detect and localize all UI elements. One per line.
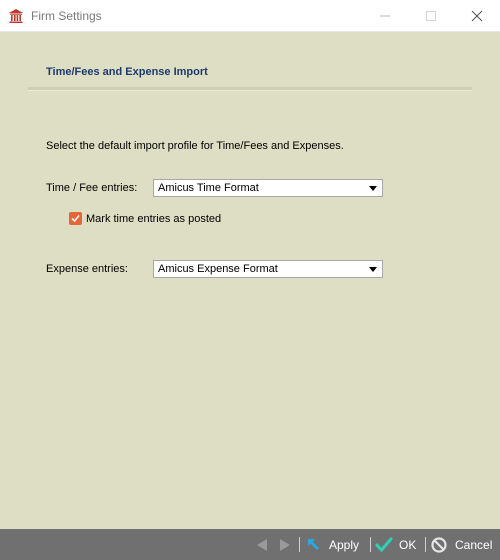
- maximize-icon: [426, 11, 436, 21]
- cancel-circle-icon: [431, 537, 447, 553]
- apply-button[interactable]: Apply: [305, 535, 365, 555]
- separator: [370, 537, 371, 552]
- apply-arrow-icon: [308, 539, 319, 550]
- button-bar: Apply OK Cancel: [0, 529, 500, 560]
- expense-profile-select[interactable]: Amicus Expense Format: [153, 260, 383, 278]
- mark-posted-checkbox[interactable]: [69, 212, 82, 225]
- minimize-icon: [380, 15, 390, 17]
- time-fee-selected-value: Amicus Time Format: [158, 182, 259, 194]
- section-divider: [28, 87, 472, 91]
- checkmark-icon: [375, 537, 393, 553]
- time-fee-profile-select[interactable]: Amicus Time Format: [153, 179, 383, 197]
- section-title: Time/Fees and Expense Import: [46, 66, 208, 78]
- settings-panel: Time/Fees and Expense Import Select the …: [0, 32, 500, 529]
- intro-text: Select the default import profile for Ti…: [46, 140, 344, 152]
- cancel-label: Cancel: [455, 538, 493, 552]
- nav-previous-icon: [257, 539, 267, 551]
- time-fee-label: Time / Fee entries:: [46, 182, 138, 194]
- next-button[interactable]: [278, 538, 292, 555]
- title-bar: Firm Settings: [0, 0, 500, 32]
- close-button[interactable]: [454, 0, 500, 31]
- chevron-down-icon: [369, 186, 377, 191]
- chevron-down-icon: [369, 267, 377, 272]
- checkmark-icon: [71, 215, 80, 223]
- expense-selected-value: Amicus Expense Format: [158, 263, 278, 275]
- nav-next-icon: [280, 539, 290, 551]
- separator: [299, 537, 300, 552]
- courthouse-icon: [8, 8, 24, 24]
- mark-posted-label[interactable]: Mark time entries as posted: [86, 213, 221, 225]
- expense-label: Expense entries:: [46, 263, 128, 275]
- window-title: Firm Settings: [31, 9, 102, 23]
- previous-button[interactable]: [255, 538, 269, 555]
- ok-label: OK: [399, 538, 417, 552]
- maximize-button[interactable]: [408, 0, 454, 31]
- minimize-button[interactable]: [362, 0, 408, 31]
- close-icon: [471, 10, 483, 22]
- separator: [425, 537, 426, 552]
- cancel-button[interactable]: Cancel: [430, 535, 495, 555]
- apply-label: Apply: [329, 538, 360, 552]
- ok-button[interactable]: OK: [375, 535, 420, 555]
